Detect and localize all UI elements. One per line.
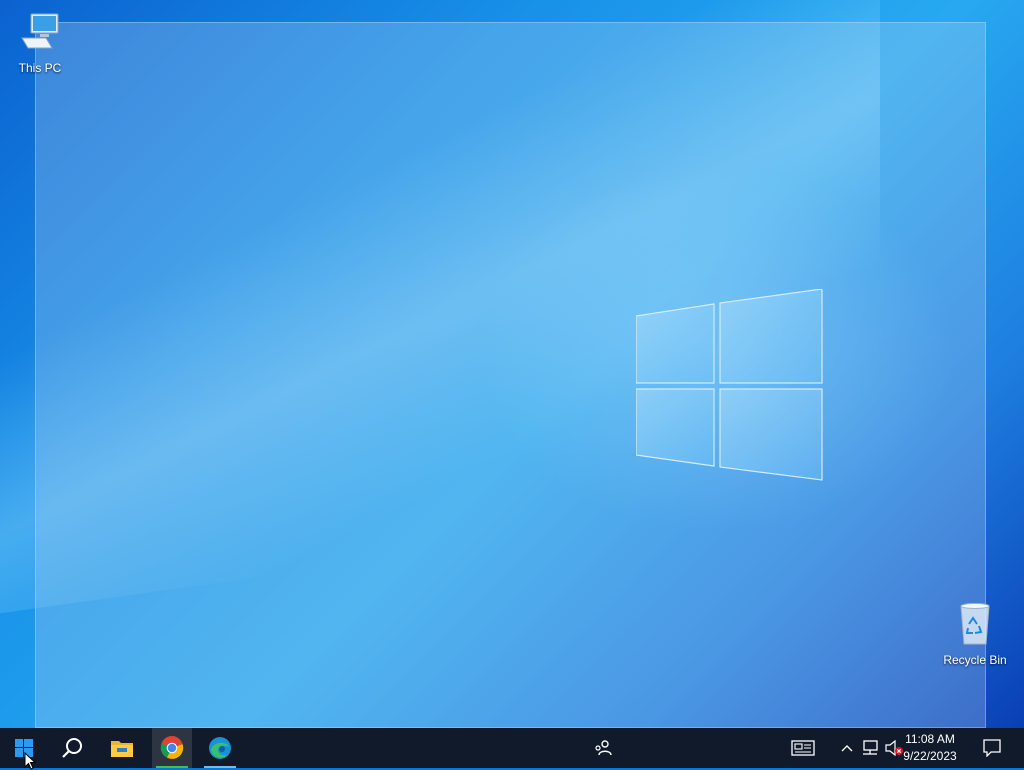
recycle-bin-icon (960, 603, 990, 645)
search-icon (62, 738, 82, 758)
chrome-button[interactable] (152, 728, 192, 768)
search-button[interactable] (48, 728, 96, 768)
clock-date: 9/22/2023 (903, 749, 957, 763)
recycle-bin-label: Recycle Bin (943, 653, 1007, 667)
network-button[interactable] (858, 728, 882, 768)
action-center-button[interactable] (976, 728, 1008, 768)
desktop-icon-this-pc[interactable]: This PC (2, 8, 78, 75)
chrome-icon (160, 736, 184, 759)
chevron-up-icon (841, 745, 853, 752)
file-explorer-button[interactable] (98, 728, 146, 768)
desktop-background[interactable]: This PC Recycle Bin (0, 0, 1024, 728)
desktop-selection-rectangle (35, 22, 986, 728)
news-button[interactable] (786, 728, 820, 768)
people-button[interactable] (588, 728, 618, 768)
edge-button[interactable] (200, 728, 240, 768)
clock-button[interactable]: 11:08 AM 9/22/2023 (894, 731, 966, 765)
people-icon (595, 740, 612, 756)
notification-icon (983, 739, 1001, 757)
desktop-icon-recycle-bin[interactable]: Recycle Bin (937, 600, 1013, 667)
network-icon (863, 740, 878, 755)
show-hidden-icons-button[interactable] (836, 728, 858, 768)
this-pc-label: This PC (18, 61, 62, 75)
edge-icon (209, 737, 231, 759)
folder-icon (111, 741, 133, 757)
mouse-pointer-icon (24, 752, 36, 770)
this-pc-icon (21, 13, 59, 49)
taskbar: 11:08 AM 9/22/2023 (0, 728, 1024, 768)
news-icon (791, 740, 815, 756)
clock-time: 11:08 AM (905, 732, 955, 746)
